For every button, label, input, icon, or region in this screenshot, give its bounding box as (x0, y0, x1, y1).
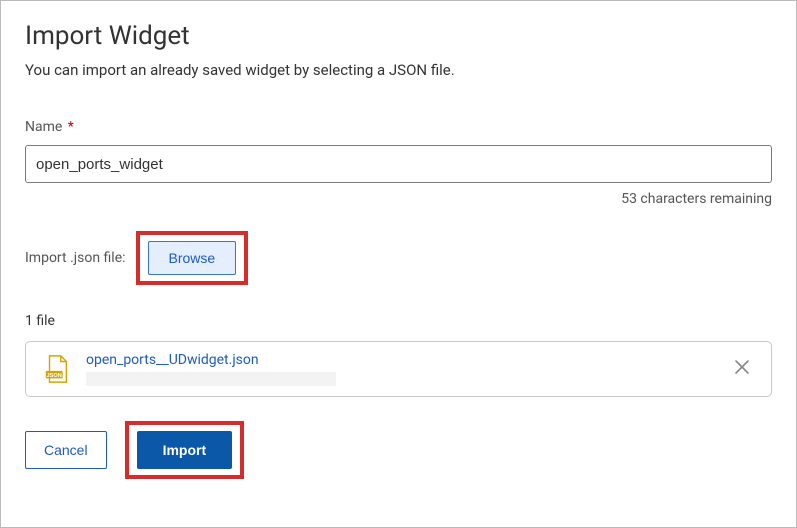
svg-text:JSON: JSON (47, 373, 62, 379)
name-label-text: Name (25, 119, 62, 135)
dialog-actions: Cancel Import (25, 421, 772, 479)
import-highlight: Import (125, 421, 245, 479)
file-card: JSON open_ports__UDwidget.json (25, 341, 772, 397)
file-meta-placeholder (86, 372, 336, 386)
json-file-icon: JSON (42, 354, 72, 384)
name-field-label: Name * (25, 119, 772, 135)
remove-file-icon[interactable] (729, 354, 755, 385)
dialog-subtitle: You can import an already saved widget b… (25, 61, 772, 79)
import-button[interactable]: Import (137, 431, 233, 469)
file-count: 1 file (25, 313, 772, 329)
dialog-title: Import Widget (25, 21, 772, 51)
cancel-button[interactable]: Cancel (25, 431, 107, 469)
import-file-label: Import .json file: (25, 250, 126, 266)
char-remaining-hint: 53 characters remaining (25, 191, 772, 207)
required-indicator: * (68, 119, 74, 135)
browse-button[interactable]: Browse (148, 241, 237, 275)
browse-highlight: Browse (136, 231, 249, 285)
file-name: open_ports__UDwidget.json (86, 352, 715, 368)
name-input[interactable] (25, 145, 772, 183)
